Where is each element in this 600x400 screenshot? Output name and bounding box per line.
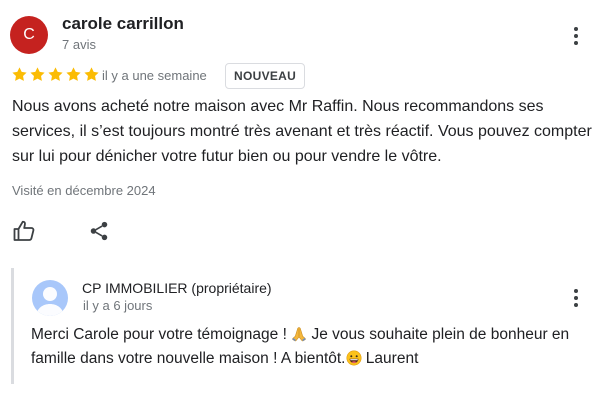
review-count: 7 avis bbox=[62, 37, 96, 52]
share-icon[interactable] bbox=[88, 220, 110, 242]
visited-date: Visité en décembre 2024 bbox=[12, 183, 156, 198]
owner-avatar[interactable] bbox=[32, 280, 68, 316]
folded-hands-emoji bbox=[292, 327, 306, 342]
reply-divider bbox=[11, 268, 14, 384]
new-badge: NOUVEAU bbox=[225, 63, 306, 89]
reply-date: il y a 6 jours bbox=[83, 298, 153, 313]
reply-text: Merci Carole pour votre témoignage ! Je … bbox=[31, 323, 591, 371]
star-rating bbox=[11, 66, 100, 83]
more-vert-icon[interactable] bbox=[571, 25, 581, 47]
star-icon bbox=[48, 67, 63, 81]
owner-name[interactable]: CP IMMOBILIER (propriétaire) bbox=[82, 280, 272, 296]
star-icon bbox=[30, 67, 45, 81]
person-icon bbox=[36, 287, 64, 316]
star-icon bbox=[12, 67, 27, 81]
reply-text-part3: Laurent bbox=[361, 350, 419, 367]
star-icon bbox=[84, 67, 99, 81]
avatar-letter: C bbox=[23, 26, 35, 43]
reply-text-part1: Merci Carole pour votre témoignage ! bbox=[31, 326, 292, 343]
star-icon bbox=[66, 67, 81, 81]
more-vert-icon[interactable] bbox=[571, 287, 581, 309]
reviewer-name[interactable]: carole carrillon bbox=[62, 14, 184, 34]
review-text: Nous avons acheté notre maison avec Mr R… bbox=[12, 98, 592, 165]
grinning-face-emoji bbox=[346, 350, 361, 366]
reviewer-avatar[interactable]: C bbox=[10, 16, 48, 54]
thumbs-up-icon[interactable] bbox=[12, 219, 36, 243]
review-date: il y a une semaine bbox=[102, 68, 207, 83]
